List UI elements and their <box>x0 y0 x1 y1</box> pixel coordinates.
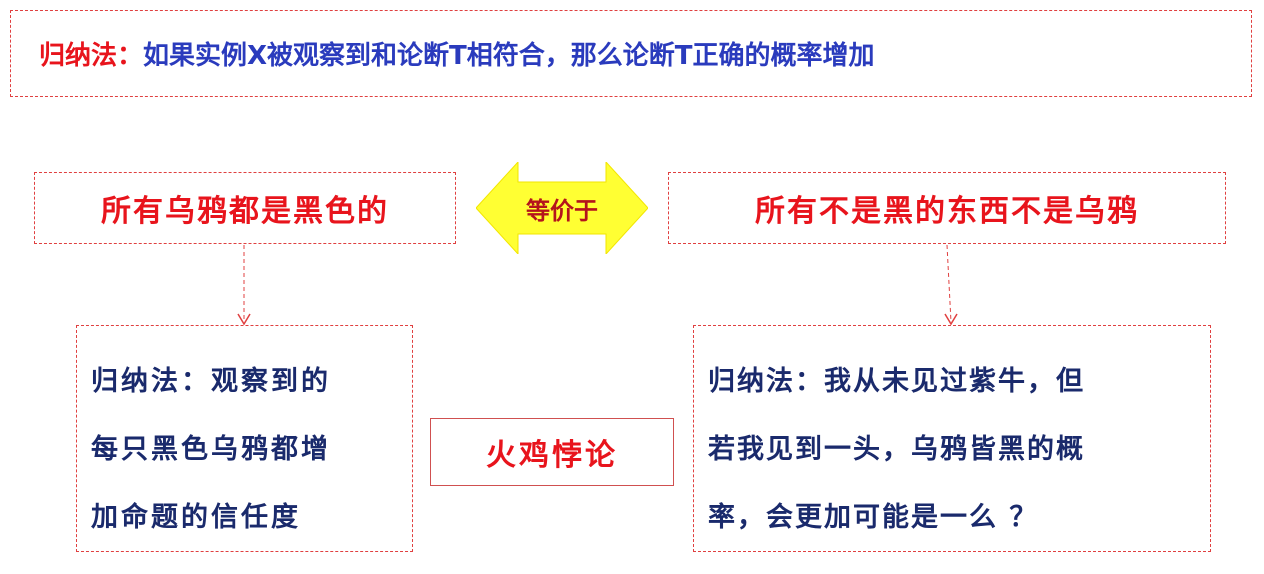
right-explanation-line: 若我见到一头，乌鸦皆黑的概 <box>708 434 1085 465</box>
turkey-paradox-box: 火鸡悖论 <box>430 418 674 486</box>
left-explanation-box: 归纳法：观察到的 每只黑色乌鸦都增 加命题的信任度 <box>76 325 413 552</box>
left-explanation-line: 归纳法：观察到的 <box>91 366 331 397</box>
right-explanation-line: 归纳法：我从未见过紫牛，但 <box>708 366 1085 397</box>
left-explanation-line: 加命题的信任度 <box>91 502 301 533</box>
right-connector-line <box>946 244 952 323</box>
right-explanation-line: 率，会更加可能是一么 ？ <box>708 502 1039 533</box>
left-explanation-line: 每只黑色乌鸦都增 <box>91 434 331 465</box>
right-explanation-box: 归纳法：我从未见过紫牛，但 若我见到一头，乌鸦皆黑的概 率，会更加可能是一么 ？ <box>693 325 1211 552</box>
paradox-label: 火鸡悖论 <box>486 438 618 473</box>
